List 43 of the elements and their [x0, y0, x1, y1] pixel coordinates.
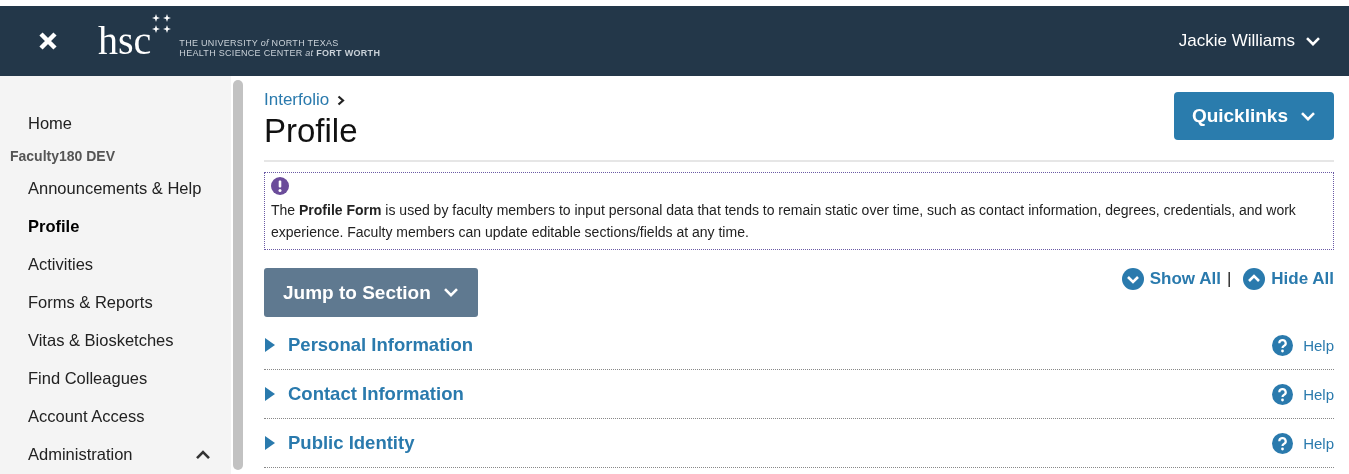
sidebar-item[interactable]: Account Access [0, 397, 231, 436]
sidebar-item[interactable]: Find Colleagues [0, 359, 231, 398]
triangle-icon [264, 436, 276, 450]
help-icon [1272, 432, 1294, 454]
sidebar-item[interactable]: Administration [0, 435, 231, 474]
help-icon [1272, 334, 1294, 356]
sidebar-item[interactable]: Home [0, 104, 231, 143]
logo-text: THE UNIVERSITY of NORTH TEXAS [179, 38, 340, 48]
logo-mark: hsc [98, 21, 152, 61]
close-icon[interactable] [38, 31, 58, 51]
help-link[interactable]: Help [1272, 432, 1334, 454]
show-all-link[interactable]: Show All [1121, 268, 1221, 290]
help-icon [1272, 383, 1294, 405]
chevron-up-circle-icon [1243, 268, 1266, 290]
sidebar-heading: Faculty180 DEV [9, 146, 117, 166]
quicklinks-button[interactable]: Quicklinks [1173, 92, 1334, 140]
alert-icon [271, 177, 289, 195]
logo-text: HEALTH SCIENCE CENTER at FORT WORTH [179, 48, 381, 58]
help-link[interactable]: Help [1272, 383, 1334, 405]
notice-text: The Profile Form is used by faculty members to input personal data that tends to remain static over time, such as contact information, degrees, credentials, and work experience. Faculty members can update editable sections/fields at any time. [271, 201, 1297, 242]
section-header[interactable]: Public Identity [264, 432, 1273, 454]
sidebar-item[interactable]: Vitas & Biosketches [0, 321, 231, 360]
chevron-down-circle-icon [1121, 268, 1144, 290]
chevron-icon [195, 449, 211, 461]
jump-to-section-button[interactable]: Jump to Section [264, 268, 478, 317]
sidebar-item[interactable]: Forms & Reports [0, 283, 231, 322]
breadcrumb-link[interactable]: Interfolio [264, 90, 358, 110]
chevron-down-icon [442, 287, 459, 298]
chevron-down-icon [1300, 110, 1316, 122]
sidebar-item[interactable]: Profile [0, 207, 231, 246]
user-menu[interactable]: Jackie Williams [1178, 31, 1321, 51]
chevron-down-icon [1305, 35, 1321, 47]
sidebar-item[interactable]: Activities [0, 245, 231, 284]
hide-all-link[interactable]: Hide All [1243, 268, 1334, 290]
section-header[interactable]: Contact Information [264, 383, 1273, 405]
triangle-icon [264, 387, 276, 401]
triangle-icon [264, 338, 276, 352]
help-link[interactable]: Help [1272, 334, 1334, 356]
sidebar-item[interactable]: Announcements & Help [0, 169, 231, 208]
separator: | [1226, 269, 1232, 289]
section-header[interactable]: Personal Information [264, 334, 1273, 356]
page-title: Profile [264, 112, 358, 150]
chevron-right-icon [337, 94, 346, 106]
